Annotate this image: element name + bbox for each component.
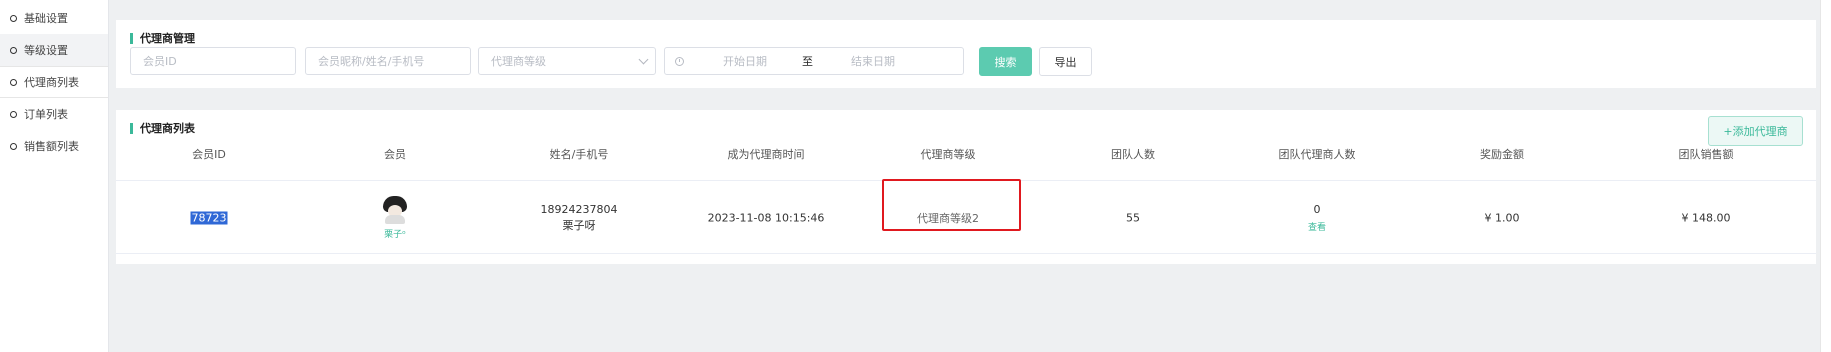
date-range-picker[interactable]: 开始日期 至 结束日期 bbox=[664, 47, 964, 75]
sidebar: 基础设置 等级设置 代理商列表 订单列表 销售额列表 bbox=[0, 0, 109, 352]
sidebar-item-agent-list[interactable]: 代理商列表 bbox=[0, 66, 108, 98]
team-agent-count-cell: 0 查看 bbox=[1308, 203, 1326, 233]
title-accent-bar bbox=[130, 32, 133, 44]
filter-panel: 代理商管理 会员ID 会员昵称/姓名/手机号 代理商等级 开始日期 至 结束日期… bbox=[116, 20, 1816, 88]
circle-icon bbox=[10, 110, 17, 118]
date-range-separator: 至 bbox=[802, 55, 813, 68]
column-header-joined-time: 成为代理商时间 bbox=[727, 148, 805, 161]
member-id-value: 78723 bbox=[190, 211, 228, 225]
circle-icon bbox=[10, 142, 17, 150]
member-name: 栗子呀 bbox=[562, 219, 596, 232]
team-sales-cell: ¥ 148.00 bbox=[1681, 211, 1731, 225]
agent-level-select[interactable]: 代理商等级 bbox=[478, 47, 656, 75]
column-header-member: 会员 bbox=[384, 148, 406, 161]
column-header-team-count: 团队人数 bbox=[1111, 148, 1155, 161]
name-phone-placeholder: 会员昵称/姓名/手机号 bbox=[318, 55, 425, 68]
column-header-name-phone: 姓名/手机号 bbox=[549, 148, 609, 161]
name-phone-cell: 18924237804 栗子呀 bbox=[541, 202, 618, 234]
table-header: 会员ID 会员 姓名/手机号 成为代理商时间 代理商等级 团队人数 团队代理商人… bbox=[116, 146, 1816, 168]
member-id-placeholder: 会员ID bbox=[143, 55, 177, 68]
agent-level-placeholder: 代理商等级 bbox=[491, 55, 546, 68]
agent-list-panel: 代理商列表 +添加代理商 会员ID 会员 姓名/手机号 成为代理商时间 代理商等… bbox=[116, 110, 1816, 264]
member-cell: 栗子ᵒ bbox=[381, 196, 409, 240]
sidebar-item-label: 等级设置 bbox=[24, 44, 68, 57]
column-header-team-sales: 团队销售额 bbox=[1678, 148, 1734, 161]
start-date-field[interactable]: 开始日期 bbox=[723, 53, 767, 69]
column-header-member-id: 会员ID bbox=[192, 148, 226, 161]
highlight-box bbox=[882, 179, 1021, 231]
member-phone: 18924237804 bbox=[540, 203, 618, 216]
avatar[interactable] bbox=[381, 196, 409, 224]
sidebar-item-label: 代理商列表 bbox=[24, 76, 79, 89]
sidebar-item-sales-list[interactable]: 销售额列表 bbox=[0, 130, 108, 162]
filter-title-text: 代理商管理 bbox=[140, 32, 195, 45]
joined-time-cell: 2023-11-08 10:15:46 bbox=[707, 211, 825, 225]
add-agent-button[interactable]: +添加代理商 bbox=[1708, 116, 1803, 146]
reward-cell: ¥ 1.00 bbox=[1484, 211, 1520, 225]
scrollbar[interactable] bbox=[1820, 0, 1831, 352]
column-header-agent-level: 代理商等级 bbox=[920, 148, 976, 161]
search-button[interactable]: 搜索 bbox=[979, 47, 1032, 76]
circle-icon bbox=[10, 46, 17, 54]
filter-panel-title: 代理商管理 bbox=[130, 30, 195, 46]
member-nickname: 栗子ᵒ bbox=[384, 230, 406, 240]
circle-icon bbox=[10, 14, 17, 22]
view-link[interactable]: 查看 bbox=[1308, 220, 1326, 233]
column-header-team-agent-count: 团队代理商人数 bbox=[1278, 148, 1356, 161]
sidebar-item-basic-settings[interactable]: 基础设置 bbox=[0, 2, 108, 34]
clock-icon bbox=[675, 56, 684, 66]
team-count-cell: 55 bbox=[1126, 211, 1140, 225]
table-row: 78723 栗子ᵒ 18924237804 栗子呀 2023-11-08 10:… bbox=[116, 179, 1816, 254]
title-accent-bar bbox=[130, 122, 133, 134]
member-id-cell[interactable]: 78723 bbox=[190, 211, 228, 225]
team-agent-count-value: 0 bbox=[1313, 203, 1321, 216]
column-header-reward: 奖励金额 bbox=[1480, 148, 1524, 161]
sidebar-item-label: 销售额列表 bbox=[24, 140, 79, 153]
end-date-field[interactable]: 结束日期 bbox=[851, 53, 895, 69]
sidebar-item-label: 订单列表 bbox=[24, 108, 68, 121]
export-button[interactable]: 导出 bbox=[1039, 47, 1092, 76]
list-title-text: 代理商列表 bbox=[140, 122, 195, 135]
circle-icon bbox=[10, 78, 17, 86]
avatar-body bbox=[385, 215, 405, 224]
member-id-input[interactable]: 会员ID bbox=[130, 47, 296, 75]
name-phone-input[interactable]: 会员昵称/姓名/手机号 bbox=[305, 47, 471, 75]
sidebar-item-level-settings[interactable]: 等级设置 bbox=[0, 34, 108, 66]
sidebar-item-label: 基础设置 bbox=[24, 12, 68, 25]
chevron-down-icon bbox=[638, 54, 649, 65]
sidebar-item-order-list[interactable]: 订单列表 bbox=[0, 98, 108, 130]
list-panel-title: 代理商列表 bbox=[130, 120, 195, 136]
